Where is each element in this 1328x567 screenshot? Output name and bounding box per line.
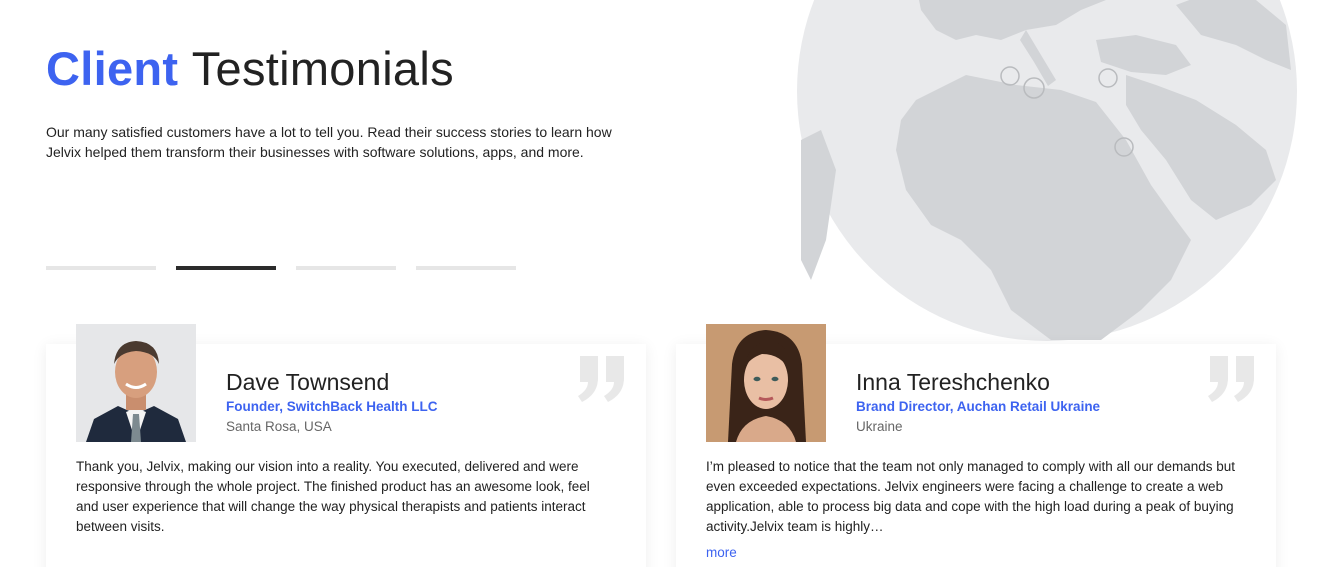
avatar bbox=[706, 324, 826, 442]
testimonial-location: Ukraine bbox=[856, 419, 903, 434]
avatar bbox=[76, 324, 196, 442]
pager-dot-1[interactable] bbox=[46, 266, 156, 270]
carousel-pager bbox=[46, 266, 516, 270]
more-link[interactable]: more bbox=[706, 545, 737, 560]
testimonial-location: Santa Rosa, USA bbox=[226, 419, 332, 434]
testimonial-role: Brand Director, Auchan Retail Ukraine bbox=[856, 399, 1101, 414]
pager-dot-2[interactable] bbox=[176, 266, 276, 270]
page-title: Client Testimonials bbox=[46, 40, 454, 98]
testimonial-card: Inna Tereshchenko Brand Director, Auchan… bbox=[676, 324, 1276, 567]
quote-icon bbox=[1208, 356, 1254, 402]
globe-illustration bbox=[796, 0, 1298, 342]
title-rest: Testimonials bbox=[191, 42, 454, 95]
intro-text: Our many satisfied customers have a lot … bbox=[46, 124, 612, 160]
testimonial-text: Thank you, Jelvix, making our vision int… bbox=[76, 459, 590, 534]
testimonial-name: Inna Tereshchenko bbox=[856, 369, 1050, 395]
pager-dot-3[interactable] bbox=[296, 266, 396, 270]
testimonial-card: Dave Townsend Founder, SwitchBack Health… bbox=[46, 324, 646, 567]
testimonial-text: I’m pleased to notice that the team not … bbox=[706, 459, 1236, 534]
title-highlight: Client bbox=[46, 42, 179, 95]
quote-icon bbox=[578, 356, 624, 402]
testimonial-role: Founder, SwitchBack Health LLC bbox=[226, 399, 438, 414]
pager-dot-4[interactable] bbox=[416, 266, 516, 270]
testimonial-name: Dave Townsend bbox=[226, 369, 390, 395]
